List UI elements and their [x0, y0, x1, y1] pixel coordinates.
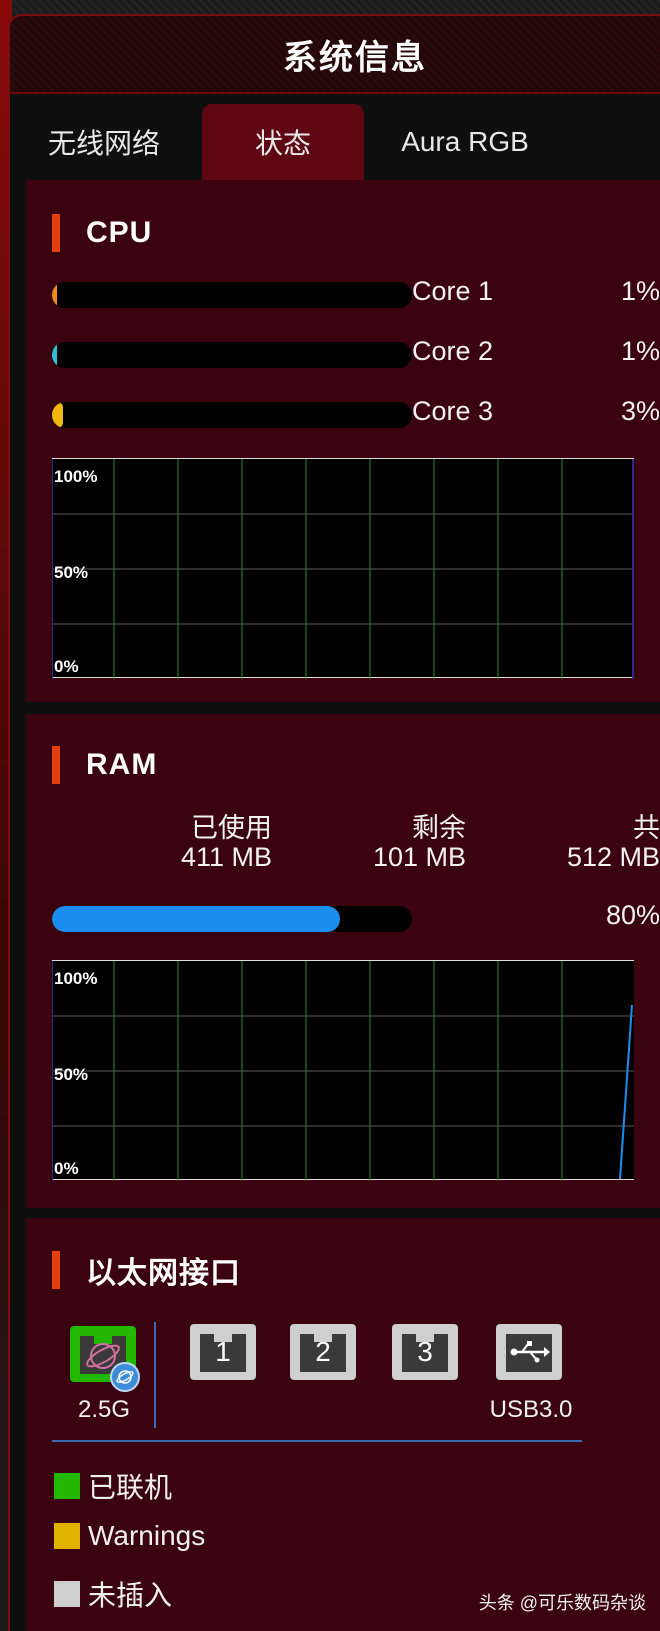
usb-port[interactable] — [496, 1324, 562, 1380]
ethernet-title: 以太网接口 — [86, 1257, 241, 1290]
ram-graph: 100% 50% 0% — [52, 960, 634, 1181]
legend-connected-swatch — [54, 1473, 80, 1499]
internet-badge-icon — [110, 1362, 140, 1392]
legend-warnings-swatch — [54, 1523, 80, 1549]
tab-aura-rgb[interactable]: Aura RGB — [380, 104, 550, 180]
cpu-section-title: CPU — [52, 214, 152, 252]
lan-port-1[interactable]: 1 — [190, 1324, 256, 1380]
ram-used-label: 已使用 — [191, 813, 272, 843]
core-1-value: 1% — [620, 276, 660, 306]
lan-port-2-number: 2 — [315, 1336, 331, 1367]
core-1-label: Core 1 — [412, 276, 494, 306]
lan-port-3-number: 3 — [417, 1336, 433, 1367]
ram-grid — [52, 961, 634, 1181]
core-2-label: Core 2 — [412, 336, 494, 366]
title-bar: 系统信息 — [10, 16, 660, 94]
core-2-bar — [52, 342, 412, 368]
core-3-label: Core 3 — [412, 396, 494, 426]
core-2-fill — [52, 342, 58, 368]
section-accent — [52, 746, 60, 784]
cpu-graph: 100% 50% 0% — [52, 458, 634, 679]
legend-unplugged-label: 未插入 — [88, 1580, 173, 1611]
watermark: 头条 @可乐数码杂谈 — [478, 1593, 646, 1613]
core-2-value: 1% — [620, 336, 660, 366]
ram-usage-bar — [52, 906, 412, 932]
lan-port-3[interactable]: 3 — [392, 1324, 458, 1380]
cpu-graph-label-50: 50% — [54, 563, 89, 582]
ram-usage-fill — [52, 906, 340, 932]
ram-used-value: 411 MB — [180, 842, 272, 872]
tab-wireless[interactable]: 无线网络 — [24, 104, 184, 180]
tab-status[interactable]: 状态 — [202, 104, 364, 180]
tab-bar: 无线网络 状态 Aura RGB — [24, 104, 660, 180]
core-1-fill — [52, 282, 58, 308]
cpu-title: CPU — [86, 216, 153, 249]
lan-port-1-number: 1 — [215, 1336, 231, 1367]
section-accent — [52, 214, 60, 252]
ram-total-value: 512 MB — [566, 842, 660, 872]
ethernet-panel: 以太网接口 2.5G 1 2 3 USB3.0 已联机 Warnings 未插入 — [26, 1218, 660, 1631]
core-3-fill — [52, 402, 63, 428]
ram-free-label: 剩余 — [412, 813, 466, 843]
legend-unplugged-swatch — [54, 1581, 80, 1607]
legend-connected: 已联机 — [54, 1466, 172, 1506]
usb-port-label: USB3.0 — [489, 1396, 573, 1423]
ram-title: RAM — [86, 748, 158, 781]
ram-section-title: RAM — [52, 746, 157, 784]
legend-warnings: Warnings — [54, 1520, 205, 1552]
core-3-bar — [52, 402, 412, 428]
core-1-bar — [52, 282, 412, 308]
core-3-value: 3% — [620, 396, 660, 426]
wan-port-label: 2.5G — [77, 1396, 131, 1423]
page-title: 系统信息 — [283, 38, 427, 77]
legend-warnings-label: Warnings — [88, 1520, 206, 1551]
cpu-graph-label-100: 100% — [54, 467, 98, 486]
cpu-grid — [52, 459, 634, 679]
cpu-panel: CPU Core 1 1% Core 2 1% Core 3 3% 100% 5… — [26, 180, 660, 702]
legend-connected-label: 已联机 — [88, 1472, 173, 1503]
port-divider — [154, 1322, 156, 1428]
lan-port-2[interactable]: 2 — [290, 1324, 356, 1380]
ram-graph-label-100: 100% — [54, 969, 98, 988]
ethernet-section-title: 以太网接口 — [52, 1248, 241, 1292]
ram-panel: RAM 已使用 411 MB 剩余 101 MB 共 512 MB 80% 10… — [26, 714, 660, 1208]
section-accent — [52, 1251, 60, 1289]
ram-graph-label-50: 50% — [54, 1065, 89, 1084]
ram-usage-line — [619, 1004, 633, 1180]
cpu-graph-label-0: 0% — [54, 657, 79, 676]
ram-free-value: 101 MB — [372, 842, 466, 872]
ram-usage-value: 80% — [605, 900, 660, 930]
ram-total-label: 共 — [633, 813, 660, 843]
legend-divider — [52, 1440, 582, 1442]
ram-graph-label-0: 0% — [54, 1159, 79, 1178]
legend-unplugged: 未插入 — [54, 1574, 172, 1614]
usb-icon — [510, 1341, 550, 1363]
